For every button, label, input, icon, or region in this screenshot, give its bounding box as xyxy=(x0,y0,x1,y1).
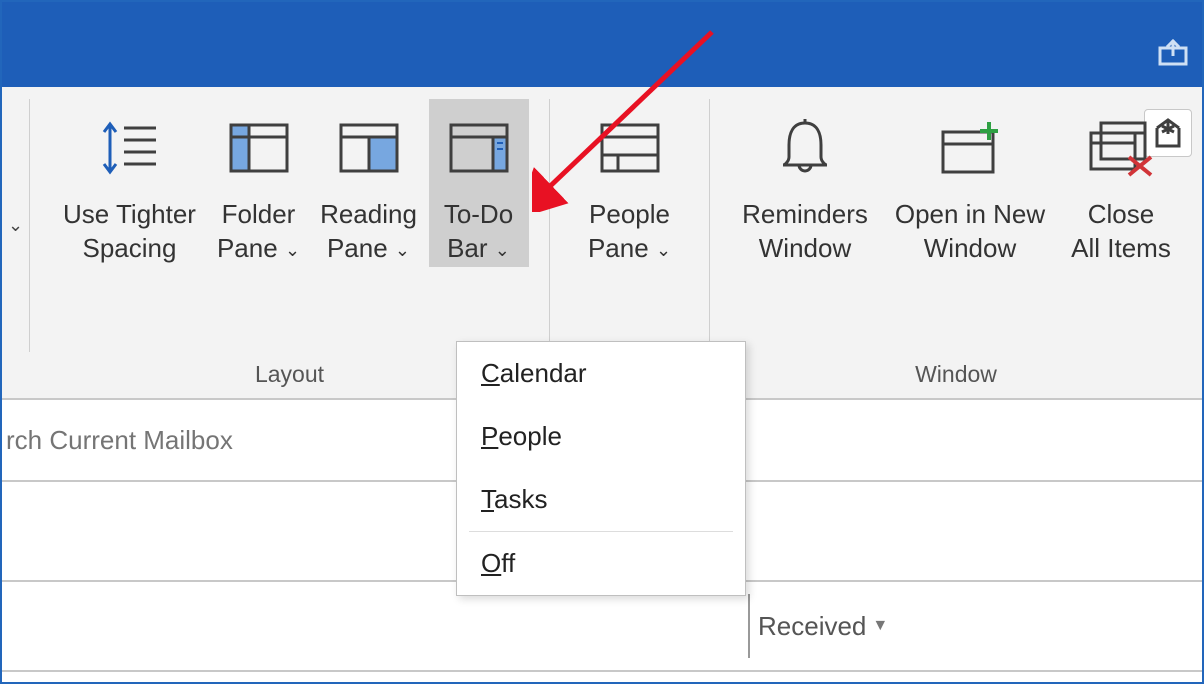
chevron-down-icon: ▼ xyxy=(872,617,888,635)
label-line1: Open in New xyxy=(895,199,1045,229)
menu-item-off[interactable]: Off xyxy=(457,532,745,595)
close-windows-icon xyxy=(1085,103,1157,193)
reading-pane-button[interactable]: Reading Pane ⌄ xyxy=(309,99,429,267)
label-line2: Pane xyxy=(588,233,649,263)
label-line2: All Items xyxy=(1071,233,1171,263)
label-line2: Bar xyxy=(447,233,487,263)
label-line2: Pane xyxy=(217,233,278,263)
people-pane-button[interactable]: People Pane ⌄ xyxy=(565,99,695,267)
chevron-down-icon: ⌄ xyxy=(656,240,671,260)
close-all-items-button[interactable]: Close All Items xyxy=(1056,99,1186,265)
label-line1: Reading xyxy=(320,199,417,229)
label-line1: Folder xyxy=(222,199,296,229)
label-line1: Use Tighter xyxy=(63,199,196,229)
label-line2: Window xyxy=(759,233,851,263)
menu-item-calendar[interactable]: Calendar xyxy=(457,342,745,405)
people-pane-icon xyxy=(598,103,662,193)
use-tighter-spacing-button[interactable]: Use Tighter Spacing xyxy=(51,99,209,267)
folder-pane-button[interactable]: Folder Pane ⌄ xyxy=(209,99,309,267)
sort-received-button[interactable]: Received ▼ xyxy=(748,594,888,658)
todo-bar-dropdown: Calendar People Tasks Off xyxy=(456,341,746,596)
folder-pane-icon xyxy=(227,103,291,193)
title-bar xyxy=(2,2,1202,87)
label-line1: Close xyxy=(1088,199,1154,229)
chevron-down-icon: ⌄ xyxy=(8,215,23,236)
chevron-down-icon: ⌄ xyxy=(495,240,510,260)
sort-label: Received xyxy=(758,611,866,642)
todo-bar-icon xyxy=(447,103,511,193)
group-label-window: Window xyxy=(710,361,1202,388)
new-window-icon xyxy=(935,103,1005,193)
label-line2: Pane xyxy=(327,233,388,263)
open-new-window-button[interactable]: Open in New Window xyxy=(884,99,1056,265)
todo-bar-button[interactable]: To-Do Bar ⌄ xyxy=(429,99,529,267)
menu-item-tasks[interactable]: Tasks xyxy=(457,468,745,531)
group-overflow-button[interactable]: ⌄ xyxy=(2,99,30,352)
chevron-down-icon: ⌄ xyxy=(285,240,300,260)
label-line2: Window xyxy=(924,233,1016,263)
menu-item-people[interactable]: People xyxy=(457,405,745,468)
reading-pane-icon xyxy=(337,103,401,193)
label-line2: Spacing xyxy=(83,233,177,263)
collapse-ribbon-icon[interactable] xyxy=(1158,38,1188,66)
bell-icon xyxy=(775,103,835,193)
chevron-down-icon: ⌄ xyxy=(395,240,410,260)
tighter-spacing-icon xyxy=(96,103,164,193)
label-line1: Reminders xyxy=(742,199,868,229)
reminders-window-button[interactable]: Reminders Window xyxy=(726,99,884,265)
label-line1: People xyxy=(589,199,670,229)
label-line1: To-Do xyxy=(444,199,513,229)
